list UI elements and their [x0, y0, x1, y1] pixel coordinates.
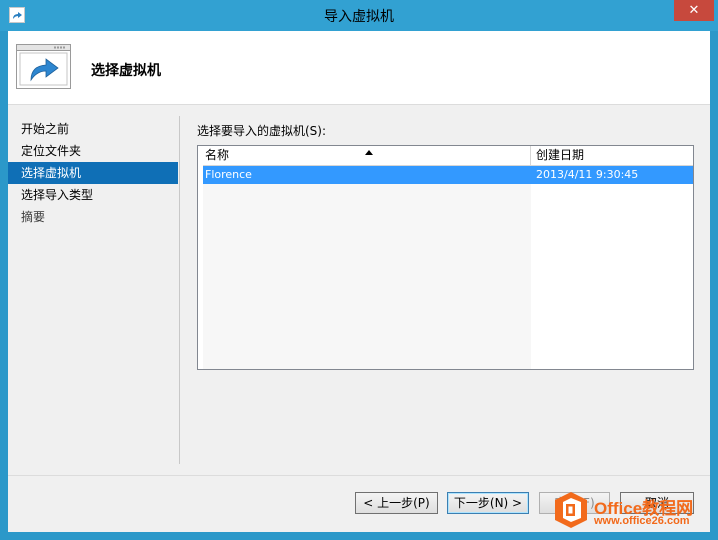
wizard-header: 选择虚拟机	[8, 31, 710, 105]
wizard-client-area: 选择虚拟机 开始之前 定位文件夹 选择虚拟机 选择导入类型 摘要 选择要导入的虚…	[8, 31, 710, 532]
import-vm-window: 导入虚拟机 ✕ 选择虚拟机 开始之前 定位文件夹 选择虚拟机 选择导入类型 摘要…	[0, 0, 718, 540]
list-date-column-background	[531, 166, 693, 369]
next-button[interactable]: 下一步(N) >	[447, 492, 529, 514]
import-arrow-icon	[16, 44, 71, 89]
vm-list[interactable]: 名称 创建日期 Florence 2013/4/11 9:30:45	[197, 145, 694, 370]
office-logo-icon	[555, 492, 587, 528]
nav-divider	[179, 116, 180, 464]
vm-list-body: 名称 创建日期 Florence 2013/4/11 9:30:45	[203, 146, 693, 369]
table-row[interactable]: Florence 2013/4/11 9:30:45	[203, 166, 693, 184]
list-header: 名称 创建日期	[203, 146, 693, 166]
column-header-name[interactable]: 名称	[205, 146, 531, 165]
window-title: 导入虚拟机	[324, 9, 394, 25]
vm-created-cell: 2013/4/11 9:30:45	[536, 168, 639, 181]
page-title: 选择虚拟机	[91, 63, 161, 79]
previous-button[interactable]: < 上一步(P)	[355, 492, 438, 514]
vm-name-cell: Florence	[205, 168, 252, 181]
footer-divider	[8, 475, 710, 476]
watermark-url: www.office26.com	[594, 515, 690, 527]
watermark: Office教程网 www.office26.com	[548, 488, 714, 536]
vm-list-label: 选择要导入的虚拟机(S):	[197, 124, 327, 138]
title-bar[interactable]: 导入虚拟机 ✕	[0, 0, 718, 31]
nav-item-select-vm[interactable]: 选择虚拟机	[8, 162, 178, 184]
nav-item-locate-folder[interactable]: 定位文件夹	[8, 140, 178, 162]
sort-ascending-icon	[365, 150, 373, 155]
column-header-created-date[interactable]: 创建日期	[536, 146, 693, 165]
nav-item-choose-import-type[interactable]: 选择导入类型	[8, 184, 178, 206]
wizard-steps-nav: 开始之前 定位文件夹 选择虚拟机 选择导入类型 摘要	[8, 118, 178, 228]
column-separator[interactable]	[530, 146, 531, 165]
nav-item-summary[interactable]: 摘要	[8, 206, 178, 228]
nav-item-before-you-begin[interactable]: 开始之前	[8, 118, 178, 140]
close-button[interactable]: ✕	[674, 0, 714, 21]
